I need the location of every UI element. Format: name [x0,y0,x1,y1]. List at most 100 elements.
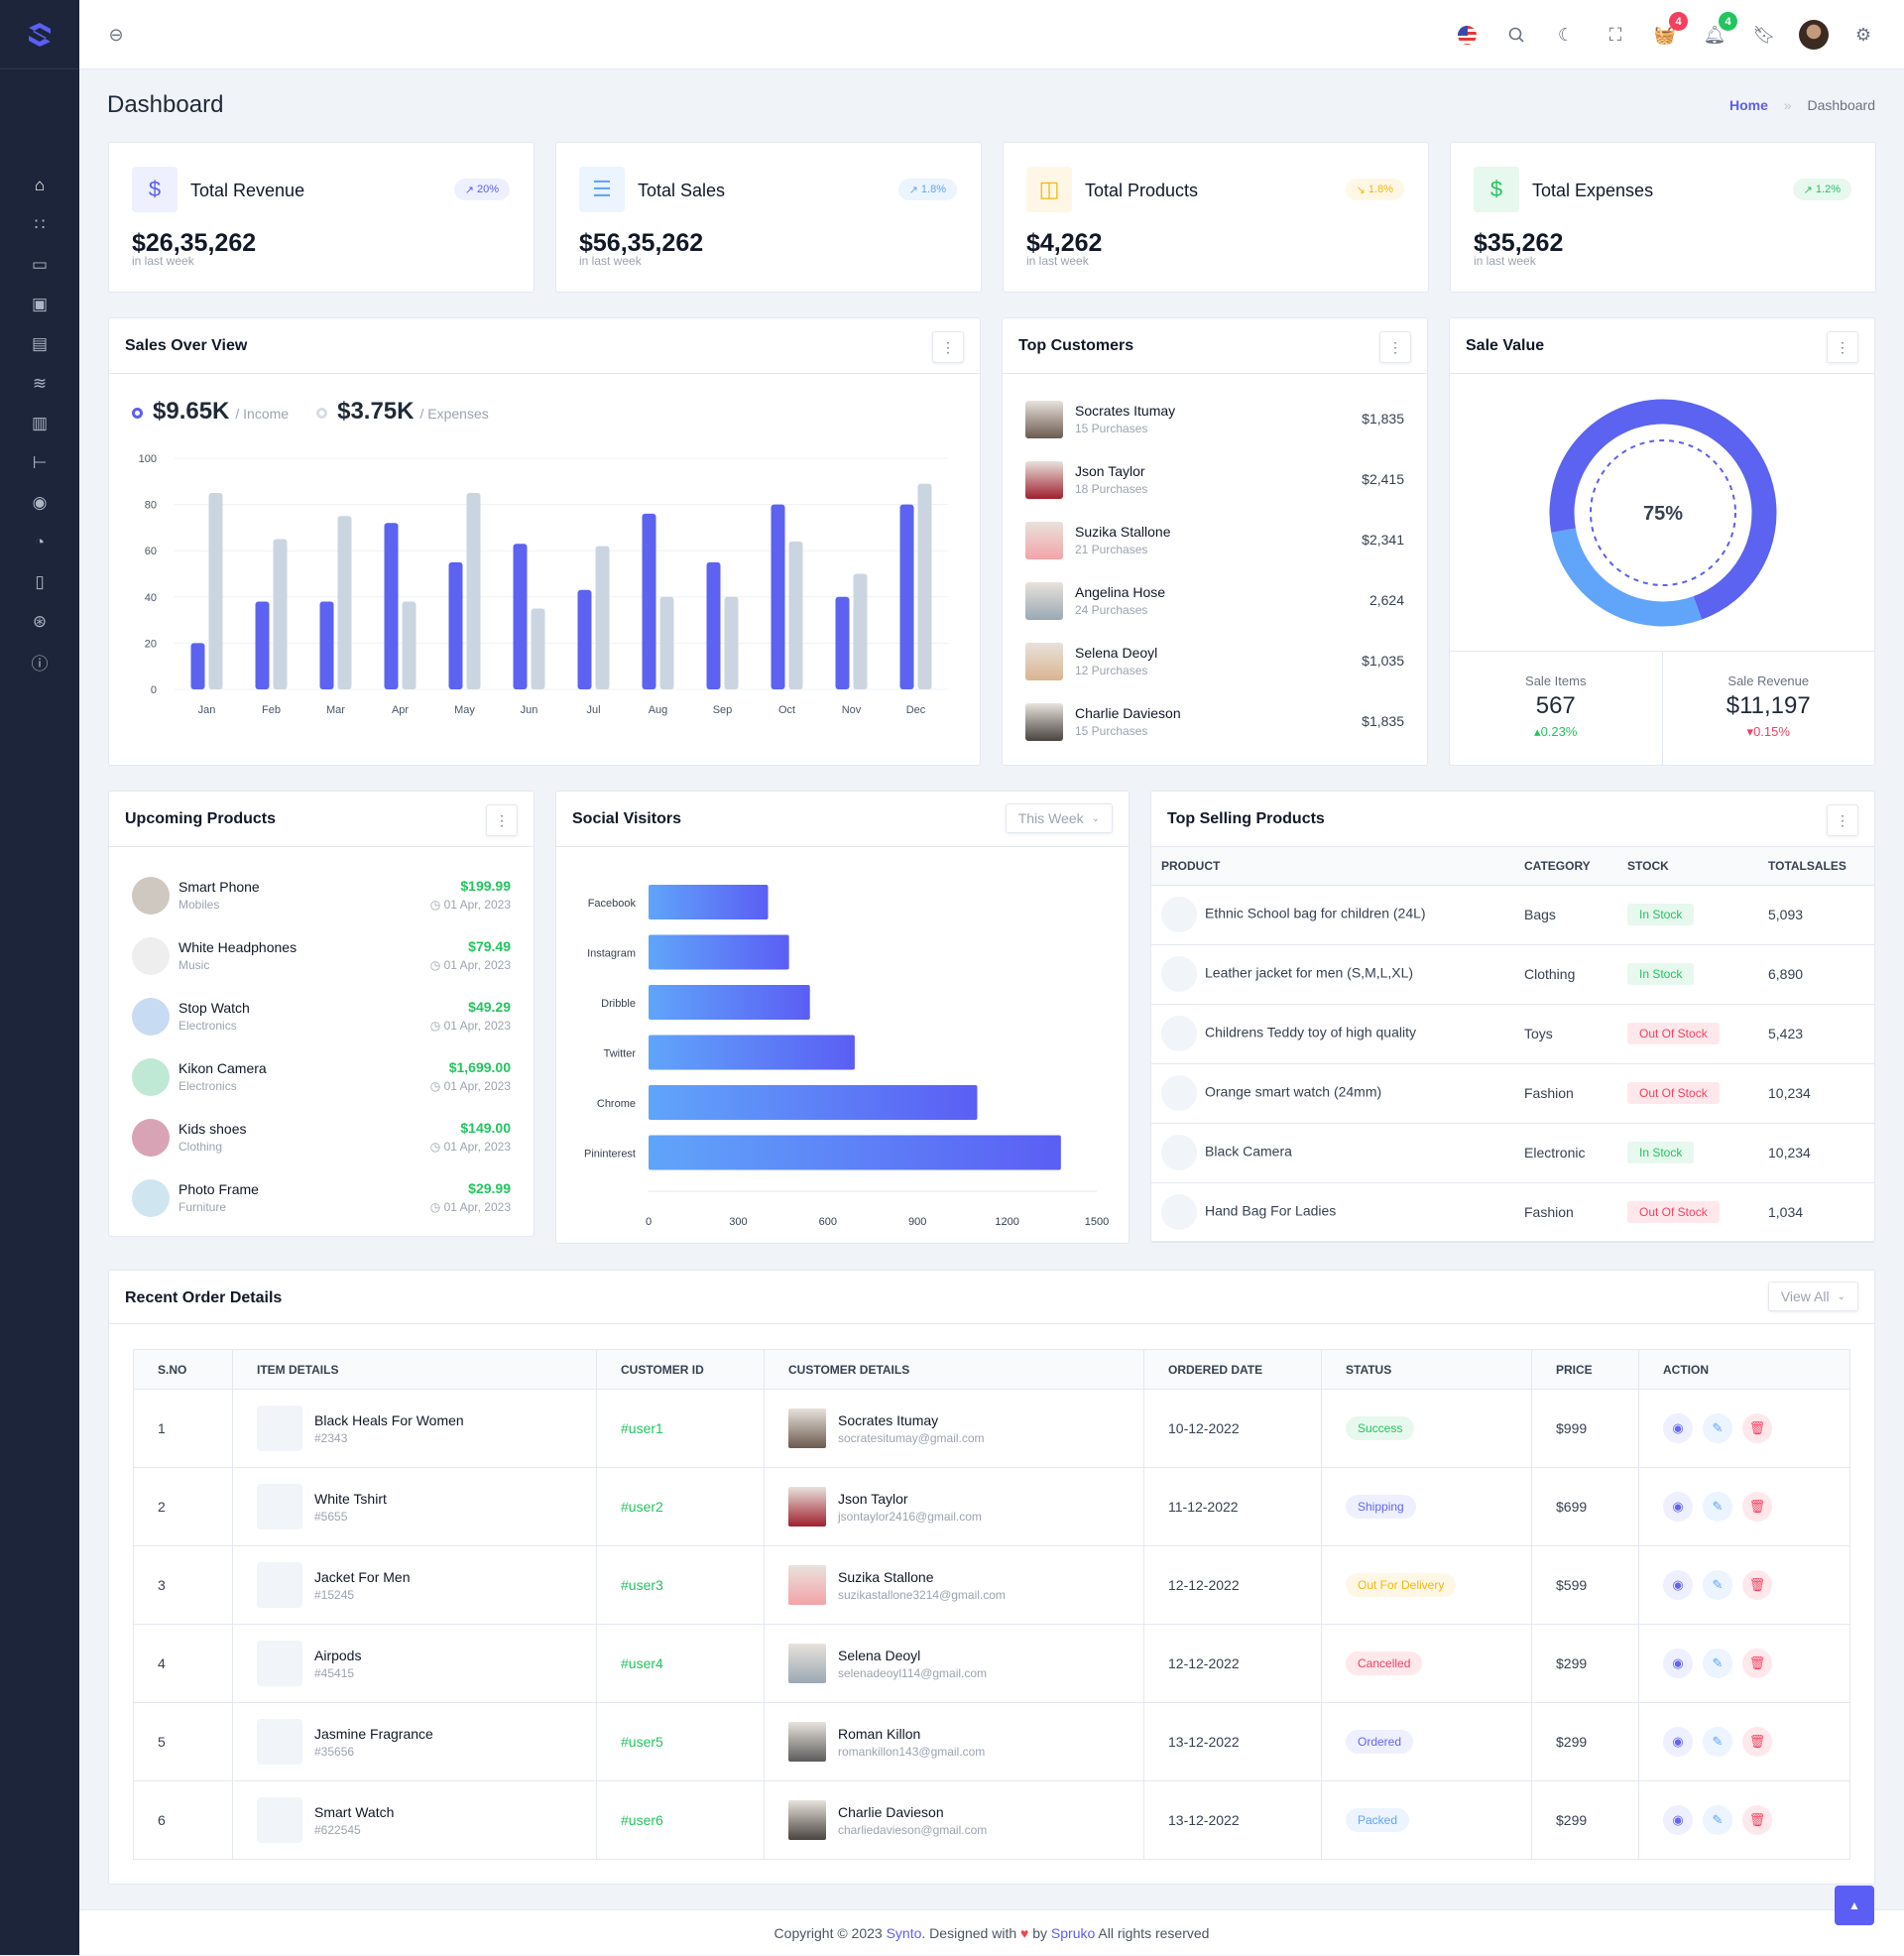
edit-pencil-icon[interactable]: ✎ [1703,1492,1732,1522]
x-tick-label: Nov [842,704,862,716]
delete-trash-icon[interactable]: 🗑︎ [1742,1570,1772,1600]
view-eye-icon[interactable]: ◉ [1663,1805,1693,1835]
more-options-icon[interactable]: ⋮ [1379,331,1411,363]
customer-item[interactable]: Selena Deoyl 12 Purchases $1,035 [1003,637,1427,696]
order-sno: 2 [133,1467,233,1546]
cart-badge: 4 [1669,12,1688,31]
table-row[interactable]: Black Camera Electronic In Stock 10,234 [1151,1123,1874,1183]
edit-pencil-icon[interactable]: ✎ [1703,1805,1732,1835]
more-options-icon[interactable]: ⋮ [932,331,964,363]
home-icon[interactable]: ⌂ [0,166,79,205]
upcoming-product-item[interactable]: Photo Frame Furniture $29.99 ◷ 01 Apr, 2… [109,1173,534,1233]
aperture-icon[interactable]: ⊛ [0,602,79,642]
apps-icon[interactable]: ∷ [0,205,79,245]
customer-item[interactable]: Json Taylor 18 Purchases $2,415 [1003,455,1427,515]
column-header: CUSTOMER ID [596,1349,765,1390]
user-avatar[interactable] [1799,20,1829,50]
more-options-icon[interactable]: ⋮ [1827,804,1858,836]
edit-pencil-icon[interactable]: ✎ [1703,1570,1732,1600]
upcoming-product-item[interactable]: White Headphones Music $79.49 ◷ 01 Apr, … [109,931,534,991]
stat-card: ☰ Total Sales ↗ 1.8% $56,35,262 in last … [555,142,982,293]
upcoming-product-item[interactable]: Kikon Camera Electronics $1,699.00 ◷ 01 … [109,1052,534,1112]
cart-icon[interactable]: 🧺 4 [1650,12,1688,50]
customer-id[interactable]: #user2 [596,1467,765,1546]
upcoming-product-item[interactable]: Kids shoes Clothing $149.00 ◷ 01 Apr, 20… [109,1113,534,1172]
customer-item[interactable]: Charlie Davieson 15 Purchases $1,835 [1003,697,1427,757]
stat-card: ◫ Total Products ↘ 1.8% $4,262 in last w… [1003,142,1429,293]
item-id: #2343 [314,1430,348,1445]
more-options-icon[interactable]: ⋮ [486,804,518,836]
table-row[interactable]: Leather jacket for men (S,M,L,XL) Clothi… [1151,944,1874,1005]
column-header: S.NO [133,1349,233,1390]
language-flag-icon[interactable] [1452,20,1482,50]
upcoming-product-item[interactable]: Smart Phone Mobiles $199.99 ◷ 01 Apr, 20… [109,871,534,930]
table-row[interactable]: Childrens Teddy toy of high quality Toys… [1151,1004,1874,1064]
table-row[interactable]: Ethnic School bag for children (24L) Bag… [1151,885,1874,945]
delete-trash-icon[interactable]: 🗑︎ [1742,1727,1772,1757]
bar-income [899,504,914,689]
customer-item[interactable]: Angelina Hose 24 Purchases 2,624 [1003,576,1427,636]
table-row[interactable]: Orange smart watch (24mm) Fashion Out Of… [1151,1063,1874,1124]
inbox-icon[interactable]: ▭ [0,245,79,285]
column-header: PRODUCT [1151,847,1514,886]
tree-icon[interactable]: ⊢ [0,443,79,483]
product-name: Ethnic School bag for children (24L) [1205,905,1426,921]
delete-trash-icon[interactable]: 🗑︎ [1742,1805,1772,1835]
notification-bell-icon[interactable]: 🔔︎ 4 [1700,12,1737,50]
sidebar-toggle-icon[interactable]: ⊖ [101,20,131,50]
customer-item[interactable]: Suzika Stallone 21 Purchases $2,341 [1003,516,1427,575]
upcoming-product-item[interactable]: Stop Watch Electronics $49.29 ◷ 01 Apr, … [109,992,534,1051]
delete-trash-icon[interactable]: 🗑︎ [1742,1492,1772,1522]
company-link[interactable]: Spruko [1051,1925,1095,1941]
pie-chart-icon[interactable]: ◔ [0,523,79,562]
order-price: $699 [1531,1467,1639,1546]
customer-id[interactable]: #user5 [596,1702,765,1781]
view-all-dropdown[interactable]: View All ⌄ [1767,1282,1858,1311]
dark-mode-icon[interactable]: ☾ [1551,20,1581,50]
card-title: Social Visitors [572,810,681,827]
customer-avatar [1025,401,1063,438]
edit-pencil-icon[interactable]: ✎ [1703,1413,1732,1443]
order-row: 6 Smart Watch #622545 #user6 Charlie Davi… [133,1780,1850,1860]
edit-pencil-icon[interactable]: ✎ [1703,1727,1732,1757]
heart-icon: ♥ [1020,1925,1029,1941]
product-name: Orange smart watch (24mm) [1205,1083,1382,1100]
logo[interactable] [0,0,79,69]
book-icon[interactable]: ▯ [0,562,79,602]
brand-link[interactable]: Synto [887,1925,922,1941]
fullscreen-icon[interactable]: ⛶ [1601,20,1630,50]
delete-trash-icon[interactable]: 🗑︎ [1742,1649,1772,1678]
alert-icon[interactable]: ⓘ [0,642,79,681]
view-eye-icon[interactable]: ◉ [1663,1413,1693,1443]
layers-icon[interactable]: ≋ [0,364,79,404]
map-pin-icon[interactable]: ◉ [0,483,79,523]
view-eye-icon[interactable]: ◉ [1663,1492,1693,1522]
delete-trash-icon[interactable]: 🗑︎ [1742,1413,1772,1443]
stat-card: $ Total Revenue ↗ 20% $26,35,262 in last… [108,142,535,293]
chip-icon[interactable]: ▣ [0,285,79,324]
edit-pencil-icon[interactable]: ✎ [1703,1649,1732,1678]
view-eye-icon[interactable]: ◉ [1663,1727,1693,1757]
product-name: Hand Bag For Ladies [1205,1202,1337,1219]
period-dropdown-value: This Week [1017,810,1084,826]
settings-gear-icon[interactable]: ⚙ [1848,20,1878,50]
product-category: Electronics [178,1019,237,1033]
customer-item[interactable]: Socrates Itumay 15 Purchases $1,835 [1003,395,1427,454]
search-icon[interactable] [1501,20,1531,50]
card-title: Recent Order Details [125,1289,283,1306]
view-eye-icon[interactable]: ◉ [1663,1570,1693,1600]
scroll-to-top-button[interactable]: ▲ [1835,1886,1874,1925]
more-options-icon[interactable]: ⋮ [1827,331,1858,363]
customer-id[interactable]: #user1 [596,1389,765,1468]
file-icon[interactable]: ▤ [0,324,79,364]
view-eye-icon[interactable]: ◉ [1663,1649,1693,1678]
bookmark-icon[interactable]: 🔖︎ [1749,20,1779,50]
table-row[interactable]: Hand Bag For Ladies Fashion Out Of Stock… [1151,1182,1874,1243]
breadcrumb-home[interactable]: Home [1729,97,1768,113]
report-icon[interactable]: ▥ [0,404,79,443]
period-dropdown[interactable]: This Week ⌄ [1005,803,1113,833]
customer-id[interactable]: #user4 [596,1624,765,1703]
customer-id[interactable]: #user3 [596,1545,765,1625]
customer-id[interactable]: #user6 [596,1780,765,1860]
column-header: ORDERED DATE [1143,1349,1322,1390]
